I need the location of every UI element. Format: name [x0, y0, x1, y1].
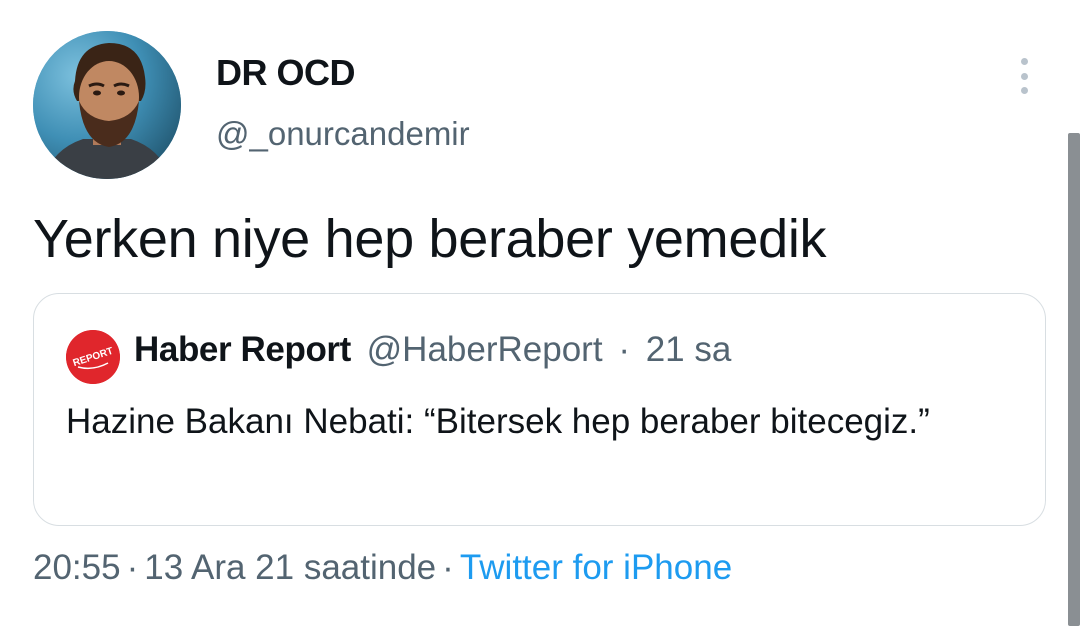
more-dot — [1020, 72, 1028, 80]
tweet-source-link[interactable]: Twitter for iPhone — [460, 548, 732, 587]
more-vertical-icon[interactable] — [1014, 56, 1034, 96]
quoted-separator: · — [618, 330, 630, 369]
avatar[interactable] — [33, 31, 181, 179]
tweet-meta: 20:55 · 13 Ara 21 saatinde · Twitter for iPh… — [33, 548, 732, 588]
quoted-display-name[interactable]: Haber Report — [134, 330, 351, 369]
quoted-tweet-card[interactable]: REPORT Haber Report @HaberReport · 21 sa… — [33, 293, 1046, 526]
more-dot — [1020, 87, 1028, 94]
tweet-date[interactable]: 13 Ara 21 saatinde — [144, 548, 436, 587]
quoted-tweet-header: Haber Report @HaberReport · 21 sa — [134, 330, 731, 370]
meta-separator: · — [126, 548, 139, 587]
more-dot — [1020, 58, 1028, 65]
meta-separator: · — [442, 548, 454, 587]
quoted-time-ago[interactable]: 21 sa — [646, 330, 732, 369]
quoted-handle[interactable]: @HaberReport — [367, 330, 603, 369]
scrollbar[interactable] — [1068, 133, 1080, 626]
author-display-name[interactable]: DR OCD — [216, 52, 356, 94]
quoted-tweet-text: Hazine Bakanı Nebati: “Bitersek hep bera… — [66, 402, 930, 441]
author-handle[interactable]: @_onurcandemir — [216, 115, 470, 153]
tweet-time[interactable]: 20:55 — [33, 548, 121, 587]
tweet-text: Yerken niye hep beraber yemedik — [33, 209, 827, 269]
haber-report-logo[interactable]: REPORT — [66, 330, 120, 384]
